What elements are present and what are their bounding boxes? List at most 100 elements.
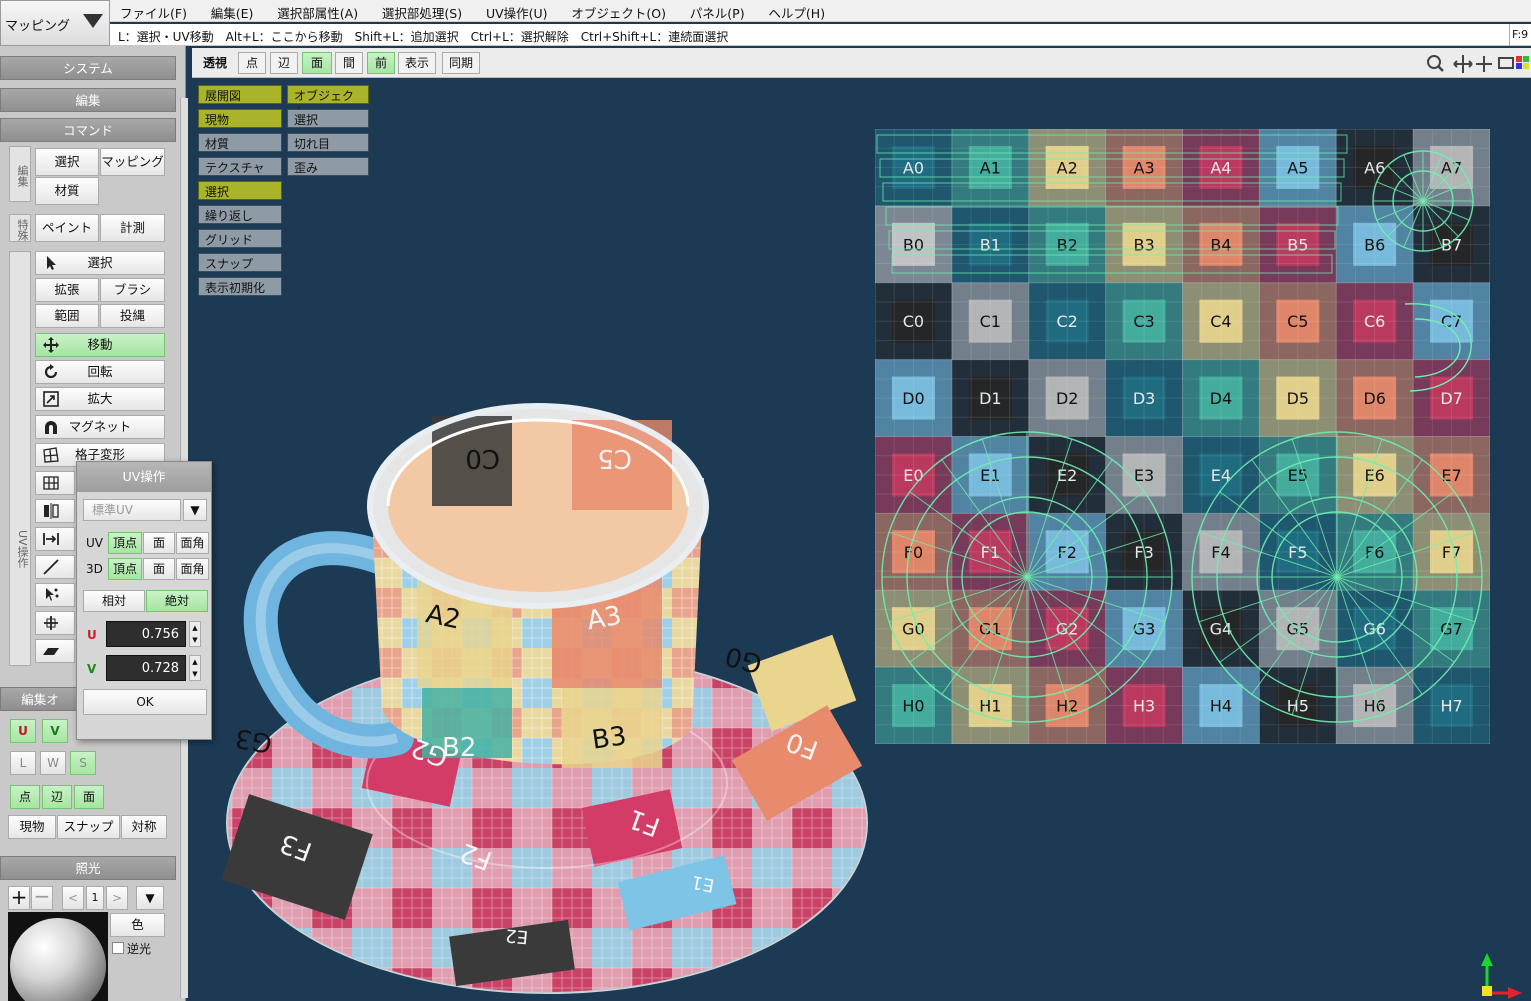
remove-light-button[interactable]: − (31, 886, 53, 910)
light-color-button[interactable]: 色 (110, 913, 165, 937)
paint-button[interactable]: ペイント (35, 214, 99, 242)
relative-button[interactable]: 相対 (83, 590, 145, 612)
tool-select-label: 選択 (87, 255, 113, 270)
view-sync-button[interactable]: 同期 (442, 52, 480, 74)
view-face-button[interactable]: 面 (302, 52, 332, 74)
3d-viewport[interactable]: C0 C5 A2 A3 B2 B3 G0 F0 G2 G3 F1 F2 F3 E… (192, 48, 1531, 1001)
overlay-snap[interactable]: スナップ (198, 253, 282, 272)
menu-panel[interactable]: パネル(P) (680, 0, 755, 25)
s-toggle[interactable]: S (70, 751, 96, 775)
rotate-tool-button[interactable]: 回転 (35, 360, 165, 384)
l-toggle[interactable]: L (10, 751, 36, 775)
brush-button[interactable]: ブラシ (100, 278, 165, 302)
cross-tool-button[interactable] (35, 611, 75, 635)
backlight-checkbox[interactable] (112, 942, 124, 954)
light-sphere-preview[interactable] (8, 912, 108, 1001)
view-display-button[interactable]: 表示 (398, 52, 436, 74)
overlay-select[interactable]: 選択 (198, 181, 282, 200)
overlay-selection[interactable]: 選択 (287, 109, 369, 128)
3d-corner-button[interactable]: 面角 (176, 558, 209, 580)
light-menu-button[interactable]: ▼ (136, 886, 164, 910)
align-tool-button[interactable] (35, 527, 75, 551)
edit-header[interactable]: 編集 (0, 88, 176, 112)
menu-object[interactable]: オブジェクト(O) (561, 0, 676, 25)
uv-vertex-button[interactable]: 頂点 (108, 532, 142, 554)
3d-vertex-button[interactable]: 頂点 (108, 558, 142, 580)
v-toggle[interactable]: V (42, 719, 68, 743)
view-point-button[interactable]: 点 (238, 52, 266, 74)
ok-button[interactable]: OK (83, 689, 207, 715)
light-number: 1 (86, 886, 104, 910)
lighting-header[interactable]: 照光 (0, 856, 176, 880)
snap-toggle[interactable]: スナップ (57, 815, 120, 839)
overlay-current[interactable]: 現物 (198, 109, 282, 128)
perspective-toggle[interactable]: 透視 (198, 52, 232, 74)
material-mode-button[interactable]: 材質 (35, 177, 99, 205)
mode-selector-label: マッピング (5, 19, 71, 34)
overlay-reset-view[interactable]: 表示初期化 (198, 277, 282, 296)
v-axis-label: V (87, 662, 97, 676)
view-front-button[interactable]: 前 (367, 52, 395, 74)
uv-face-button[interactable]: 面 (143, 532, 175, 554)
menu-uv[interactable]: UV操作(U) (476, 0, 558, 25)
grid-tool-button[interactable] (35, 471, 75, 495)
menu-selection-process[interactable]: 選択部処理(S) (372, 0, 472, 25)
mirror-tool-button[interactable] (35, 499, 75, 523)
face-filter-toggle[interactable]: 面 (74, 785, 104, 809)
current-toggle[interactable]: 現物 (8, 815, 56, 839)
cross-move-icon (44, 616, 58, 630)
point-filter-toggle[interactable]: 点 (10, 785, 40, 809)
chevron-up-icon: ▲ (192, 624, 198, 632)
magnet-tool-button[interactable]: マグネット (35, 415, 165, 439)
uv-method-toggle[interactable]: ▼ (183, 499, 207, 521)
uv-map[interactable]: A0A1A2A3A4A5A6A7B0B1B2B3B4B5B6B7C0C1C2C3… (875, 129, 1490, 744)
overlay-material[interactable]: 材質 (198, 133, 282, 152)
prev-light-button[interactable]: < (62, 886, 84, 910)
menu-help[interactable]: ヘルプ(H) (758, 0, 835, 25)
overlay-repeat[interactable]: 繰り返し (198, 205, 282, 224)
expand-button[interactable]: 拡張 (35, 278, 99, 302)
overlay-seams[interactable]: 切れ目 (287, 133, 369, 152)
flatten-tool-button[interactable] (35, 639, 75, 663)
line-tool-button[interactable] (35, 555, 75, 579)
range-button[interactable]: 範囲 (35, 304, 99, 328)
edge-filter-toggle[interactable]: 辺 (42, 785, 72, 809)
v-value-input[interactable]: 0.728 (106, 655, 186, 681)
v-spinner[interactable]: ▲ ▼ (189, 655, 201, 681)
tool-select-button[interactable]: 選択 (35, 251, 165, 275)
select-mode-button[interactable]: 選択 (35, 148, 99, 176)
menu-edit[interactable]: 編集(E) (201, 0, 264, 25)
add-light-button[interactable]: + (8, 886, 30, 910)
menu-file[interactable]: ファイル(F) (110, 0, 197, 25)
u-value-input[interactable]: 0.756 (106, 621, 186, 647)
edit-option-header[interactable]: 編集オ (0, 687, 80, 711)
u-toggle[interactable]: U (10, 719, 36, 743)
overlay-texture[interactable]: テクスチャ (198, 157, 282, 176)
scale-tool-button[interactable]: 拡大 (35, 387, 165, 411)
overlay-grid[interactable]: グリッド (198, 229, 282, 248)
w-toggle[interactable]: W (40, 751, 66, 775)
menu-selection-attr[interactable]: 選択部属性(A) (267, 0, 368, 25)
move-tool-button[interactable]: 移動 (35, 333, 165, 357)
uv-method-dropdown[interactable]: 標準UV (83, 499, 181, 521)
uv-corner-button[interactable]: 面角 (176, 532, 209, 554)
project-button[interactable]: 投縄 (100, 304, 165, 328)
view-between-button[interactable]: 間 (335, 52, 363, 74)
3d-face-button[interactable]: 面 (143, 558, 175, 580)
measure-button[interactable]: 計測 (100, 214, 165, 242)
absolute-button[interactable]: 絶対 (146, 590, 208, 612)
overlay-unwrap[interactable]: 展開図 (198, 85, 282, 104)
u-spinner[interactable]: ▲ ▼ (189, 621, 201, 647)
command-header[interactable]: コマンド (0, 118, 176, 142)
overlay-distortion[interactable]: 歪み (287, 157, 369, 176)
next-light-button[interactable]: > (106, 886, 128, 910)
view-edge-button[interactable]: 辺 (270, 52, 298, 74)
mapping-mode-button[interactable]: マッピング (100, 148, 165, 176)
system-header[interactable]: システム (0, 56, 176, 80)
overlay-object[interactable]: オブジェクト (287, 85, 369, 120)
symmetry-toggle[interactable]: 対称 (121, 815, 167, 839)
pick-tool-button[interactable] (35, 583, 75, 607)
view-navigation-icons[interactable] (1426, 54, 1531, 74)
uv-panel-title[interactable]: UV操作 (77, 462, 211, 492)
mode-selector[interactable]: マッピング (0, 0, 110, 46)
